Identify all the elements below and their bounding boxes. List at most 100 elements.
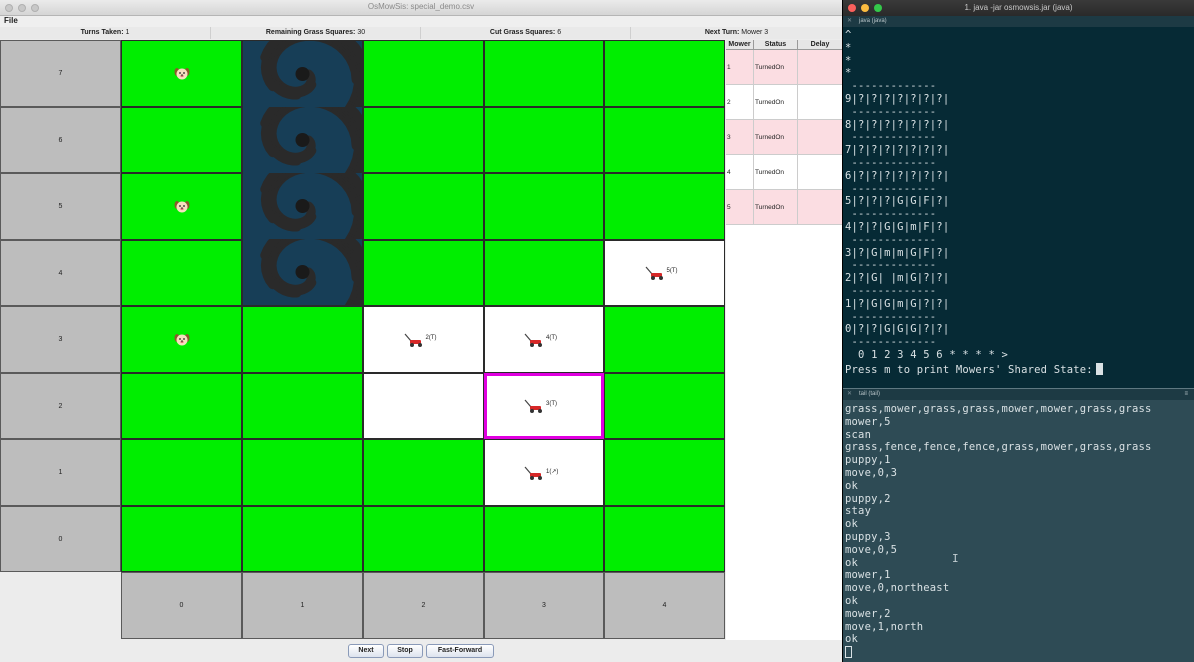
mower-status-cell: TurnedOn [754, 85, 798, 120]
grass-square[interactable] [604, 306, 725, 373]
mower-label: 2(T) [425, 334, 437, 341]
column-header-delay[interactable]: Delay [798, 40, 842, 50]
stop-button[interactable]: Stop [387, 644, 423, 658]
grass-square[interactable] [363, 107, 484, 173]
puppy-icon [174, 199, 190, 215]
grass-square[interactable] [121, 506, 242, 572]
grass-square[interactable] [604, 373, 725, 439]
terminal-line: grass,mower,grass,grass,mower,mower,gras… [845, 403, 1152, 415]
table-row[interactable]: 1 TurnedOn [726, 50, 842, 85]
grass-square[interactable] [242, 439, 363, 506]
mower-icon[interactable]: 1(↗) [524, 465, 568, 481]
grass-square[interactable] [121, 107, 242, 173]
fast-forward-button[interactable]: Fast-Forward [426, 644, 494, 658]
table-row[interactable]: 2 TurnedOn [726, 85, 842, 120]
grass-square[interactable] [604, 173, 725, 240]
menu-file[interactable]: File [4, 16, 18, 25]
grass-square[interactable] [604, 506, 725, 572]
row-label: 7 [0, 40, 121, 107]
terminal-cursor [1095, 362, 1103, 375]
terminal-line: move,0,3 [845, 467, 898, 479]
terminal-line: * [845, 41, 852, 54]
mower-id-cell: 5 [726, 190, 754, 225]
cut-grass-status: Cut Grass Squares: 6 [421, 27, 631, 39]
column-label: 3 [484, 572, 604, 639]
grass-square[interactable] [121, 240, 242, 306]
grass-square[interactable] [363, 173, 484, 240]
grass-square[interactable] [604, 439, 725, 506]
top-pane-tab[interactable]: ✕ java (java) [843, 16, 1194, 27]
terminal-line: grass,fence,fence,fence,grass,mower,gras… [845, 441, 1152, 454]
cut-square[interactable]: 3(T) [484, 373, 604, 439]
prompt-text: Press m to print Mowers' Shared State: [845, 363, 1093, 376]
grass-square[interactable] [484, 173, 604, 240]
grass-square[interactable] [604, 40, 725, 107]
mower-label: 3(T) [546, 401, 557, 407]
terminal-line: puppy,3 [845, 531, 891, 543]
grass-square[interactable] [121, 306, 242, 373]
mower-delay-cell [798, 190, 842, 225]
row-label: 6 [0, 107, 121, 173]
grass-square[interactable] [242, 306, 363, 373]
column-header-status[interactable]: Status [754, 40, 798, 50]
grass-square[interactable] [363, 506, 484, 572]
cut-square[interactable]: 5(T) [604, 240, 725, 306]
bottom-pane-tab[interactable]: ✕ tail (tail) ≡ [843, 389, 1194, 400]
close-pane-icon[interactable]: ✕ [847, 389, 852, 400]
cut-square[interactable]: 1(↗) [484, 439, 604, 506]
terminal-line: 5|?|?|?|G|G|F|?| [845, 195, 950, 208]
table-row[interactable]: 4 TurnedOn [726, 155, 842, 190]
cut-square[interactable]: 4(T) [484, 306, 604, 373]
column-label: 1 [242, 572, 363, 639]
mower-label: 4(T) [546, 334, 557, 341]
grass-square[interactable] [484, 107, 604, 173]
terminal-line: ------------- [845, 336, 937, 349]
grass-square[interactable] [363, 439, 484, 506]
mower-icon[interactable]: 2(T) [404, 332, 448, 348]
grass-square[interactable] [242, 506, 363, 572]
terminal-line: ------------- [845, 310, 937, 323]
grass-square[interactable] [363, 240, 484, 306]
mower-icon[interactable]: 4(T) [524, 332, 568, 348]
grass-square[interactable] [484, 240, 604, 306]
terminal-line: 6|?|?|?|?|?|?|?| [845, 169, 950, 182]
grass-square[interactable] [604, 107, 725, 173]
lawn-grid: 7 6 5 4 3 2 1 0 0 1 2 3 4 5(T) 2(T) 4(T) 3(T) 1(↗) [0, 40, 725, 639]
row-label: 3 [0, 306, 121, 373]
window-title: OsMowSis: special_demo.csv [367, 2, 475, 11]
grass-square[interactable] [121, 439, 242, 506]
mower-status-cell: TurnedOn [754, 155, 798, 190]
java-output-pane[interactable]: ^ * * * ------------- 9|?|?|?|?|?|?|?| -----… [843, 27, 1194, 388]
row-label: 2 [0, 373, 121, 439]
status-bar: Turns Taken: 1 Remaining Grass Squares: … [0, 27, 842, 39]
crater-icon [260, 107, 362, 173]
cut-square[interactable]: 2(T) [363, 306, 484, 373]
grass-square[interactable] [484, 40, 604, 107]
terminal-line: * [845, 67, 852, 80]
window-titlebar[interactable]: OsMowSis: special_demo.csv [0, 0, 842, 16]
next-button[interactable]: Next [348, 644, 384, 658]
grass-square[interactable] [484, 506, 604, 572]
cut-square[interactable] [363, 373, 484, 439]
grass-square[interactable] [121, 373, 242, 439]
terminal-line: ------------- [845, 285, 937, 297]
mower-status-cell: TurnedOn [754, 50, 798, 85]
column-header-mower[interactable]: Mower [726, 40, 754, 50]
grass-square[interactable] [121, 173, 242, 240]
mower-delay-cell [798, 120, 842, 155]
grass-square[interactable] [121, 40, 242, 107]
table-row[interactable]: 3 TurnedOn [726, 120, 842, 155]
terminal-line: puppy,1 [845, 454, 891, 467]
close-pane-icon[interactable]: ✕ [847, 16, 852, 27]
grass-square[interactable] [242, 373, 363, 439]
mower-icon[interactable]: 5(T) [645, 265, 689, 281]
terminal-line: 8|?|?|?|?|?|?|?| [845, 118, 950, 131]
tail-output-pane[interactable]: grass,mower,grass,grass,mower,mower,gras… [843, 400, 1194, 662]
mower-icon[interactable]: 3(T) [524, 398, 568, 414]
pane-menu-icon[interactable]: ≡ [1184, 389, 1188, 400]
terminal-line: ------------- [845, 208, 937, 221]
grass-square[interactable] [363, 40, 484, 107]
table-row[interactable]: 5 TurnedOn [726, 190, 842, 225]
terminal-titlebar[interactable]: 1. java -jar osmowsis.jar (java) [843, 0, 1194, 16]
terminal-line: * [845, 54, 852, 67]
